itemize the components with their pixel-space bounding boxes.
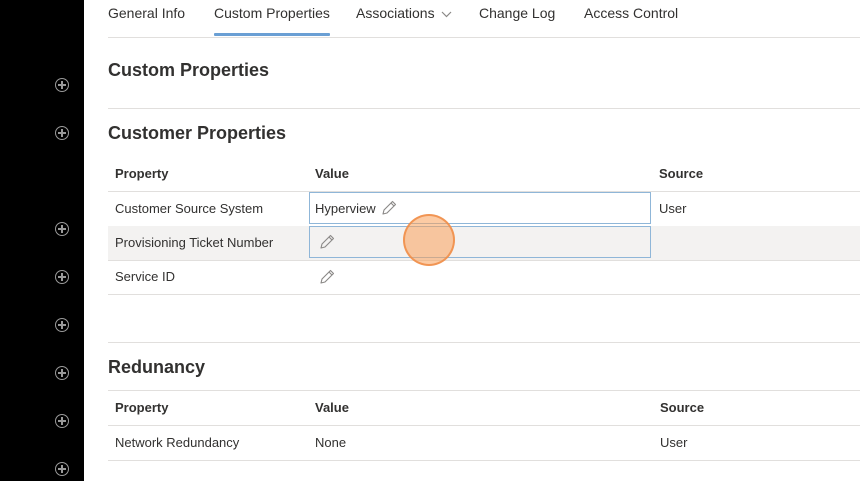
add-circle-icon[interactable] [55,318,69,332]
table-row: Provisioning Ticket Number [108,226,860,261]
tab-bar: General Info Custom Properties Associati… [108,0,860,38]
column-header-property: Property [115,400,169,415]
property-value: Hyperview [315,201,376,216]
column-header-value: Value [315,400,349,415]
click-indicator [403,214,455,266]
table-row: Customer Source System Hyperview User [108,192,860,227]
column-header-property: Property [115,166,169,181]
tab-custom-properties[interactable]: Custom Properties [214,5,330,36]
tab-access-control[interactable]: Access Control [584,5,678,21]
section-title-customer-properties: Customer Properties [108,123,287,143]
tab-associations-label: Associations [356,5,435,21]
column-header-value: Value [315,166,349,181]
table-row: Service ID [108,260,860,295]
table-header-row: Property Value Source [108,157,860,192]
divider [108,108,860,109]
tab-associations[interactable]: Associations [356,5,452,21]
property-name: Provisioning Ticket Number [115,235,274,250]
chevron-down-icon [441,11,452,18]
property-source: User [660,435,688,450]
property-source: User [659,201,687,216]
pencil-icon[interactable] [380,199,398,217]
property-value: None [315,435,347,450]
add-circle-icon[interactable] [55,78,69,92]
page-title: Custom Properties [108,60,270,80]
column-header-source: Source [660,400,705,415]
add-circle-icon[interactable] [55,270,69,284]
table-header-row: Property Value Source [108,391,860,426]
column-header-source: Source [659,166,704,181]
add-circle-icon[interactable] [55,414,69,428]
property-name: Network Redundancy [115,435,240,450]
property-name: Service ID [115,269,175,284]
table-row: Network Redundancy None User [108,426,860,461]
pencil-icon[interactable] [318,233,336,251]
add-circle-icon[interactable] [55,462,69,476]
property-name: Customer Source System [115,201,264,216]
add-circle-icon[interactable] [55,366,69,380]
add-circle-icon[interactable] [55,222,69,236]
value-edit-field[interactable] [309,226,651,258]
tab-general-info[interactable]: General Info [108,5,185,21]
divider [108,342,860,343]
section-title-redundancy: Redunancy [108,357,206,377]
add-circle-icon[interactable] [55,126,69,140]
pencil-icon[interactable] [318,268,336,286]
tab-change-log[interactable]: Change Log [479,5,555,21]
left-sidebar [0,0,84,481]
value-edit-field[interactable]: Hyperview [309,192,651,224]
